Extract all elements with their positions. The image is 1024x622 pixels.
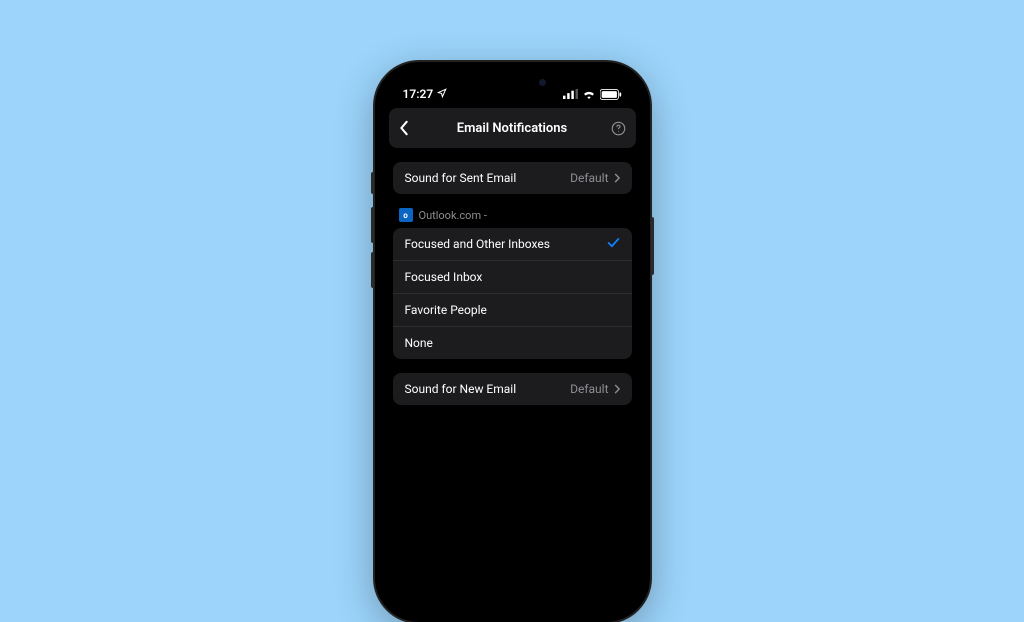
option-label: Focused and Other Inboxes xyxy=(405,237,550,251)
sound-new-row[interactable]: Sound for New Email Default xyxy=(393,373,632,405)
chevron-right-icon xyxy=(614,384,620,394)
battery-icon xyxy=(600,89,622,100)
account-provider: Outlook.com - xyxy=(419,209,487,222)
sound-new-value: Default xyxy=(570,382,608,396)
notch xyxy=(452,72,572,94)
mute-switch xyxy=(371,172,374,194)
outlook-icon: o xyxy=(399,208,413,222)
nav-bar: Email Notifications xyxy=(389,108,636,148)
help-button[interactable] xyxy=(606,121,626,136)
option-focused-and-other[interactable]: Focused and Other Inboxes xyxy=(393,228,632,261)
back-button[interactable] xyxy=(399,120,419,136)
volume-down-button xyxy=(371,252,374,288)
option-favorite-people[interactable]: Favorite People xyxy=(393,294,632,327)
volume-up-button xyxy=(371,207,374,243)
option-none[interactable]: None xyxy=(393,327,632,359)
phone-frame: 17:27 Email Notificatio xyxy=(375,62,650,622)
status-time: 17:27 xyxy=(403,87,434,101)
sound-new-label: Sound for New Email xyxy=(405,382,517,396)
option-label: Favorite People xyxy=(405,303,487,317)
checkmark-icon xyxy=(607,237,620,251)
power-button xyxy=(651,217,654,275)
option-label: None xyxy=(405,336,433,350)
help-icon xyxy=(611,121,626,136)
sound-sent-row[interactable]: Sound for Sent Email Default xyxy=(393,162,632,194)
chevron-right-icon xyxy=(614,173,620,183)
account-header: o Outlook.com - xyxy=(393,208,632,228)
sound-sent-label: Sound for Sent Email xyxy=(405,171,517,185)
sound-sent-value: Default xyxy=(570,171,608,185)
location-icon xyxy=(437,87,447,101)
nav-title: Email Notifications xyxy=(419,121,606,136)
option-label: Focused Inbox xyxy=(405,270,483,284)
screen: 17:27 Email Notificatio xyxy=(385,72,640,612)
wifi-icon xyxy=(582,89,596,99)
option-focused-inbox[interactable]: Focused Inbox xyxy=(393,261,632,294)
chevron-left-icon xyxy=(399,120,409,136)
